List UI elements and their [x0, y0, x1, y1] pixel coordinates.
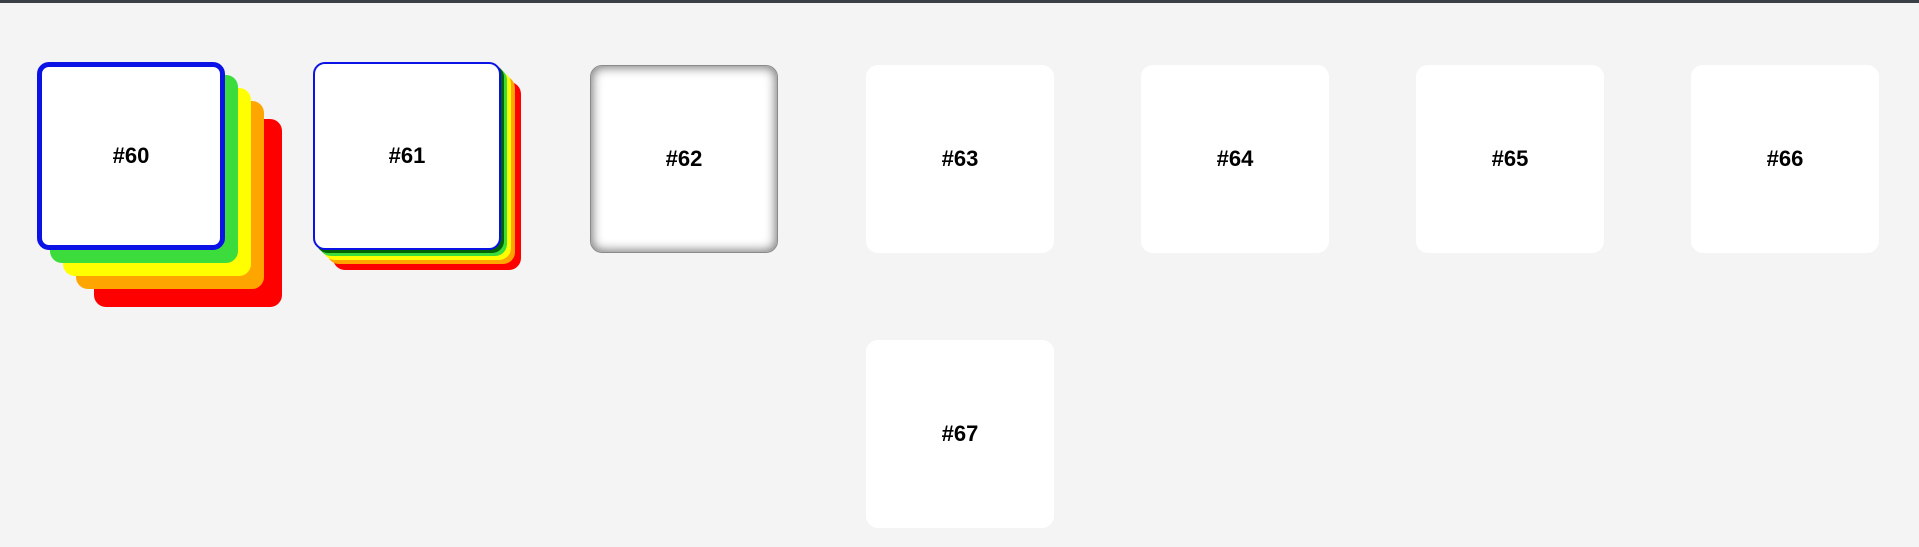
- card-65: #65: [1416, 65, 1604, 253]
- card-label: #60: [112, 143, 150, 168]
- top-rule: [0, 0, 1919, 3]
- card-label: #62: [665, 146, 703, 171]
- card-label: #66: [1766, 146, 1804, 171]
- card-label: #63: [941, 146, 979, 171]
- card-61: #61: [313, 62, 501, 250]
- card-64: #64: [1141, 65, 1329, 253]
- card-60: #60: [37, 62, 225, 250]
- card-label: #61: [388, 143, 426, 168]
- card-62: #62: [590, 65, 778, 253]
- card-67: #67: [866, 340, 1054, 528]
- card-label: #67: [941, 421, 979, 446]
- card-label: #64: [1216, 146, 1254, 171]
- card-66: #66: [1691, 65, 1879, 253]
- card-label: #65: [1491, 146, 1529, 171]
- card-63: #63: [866, 65, 1054, 253]
